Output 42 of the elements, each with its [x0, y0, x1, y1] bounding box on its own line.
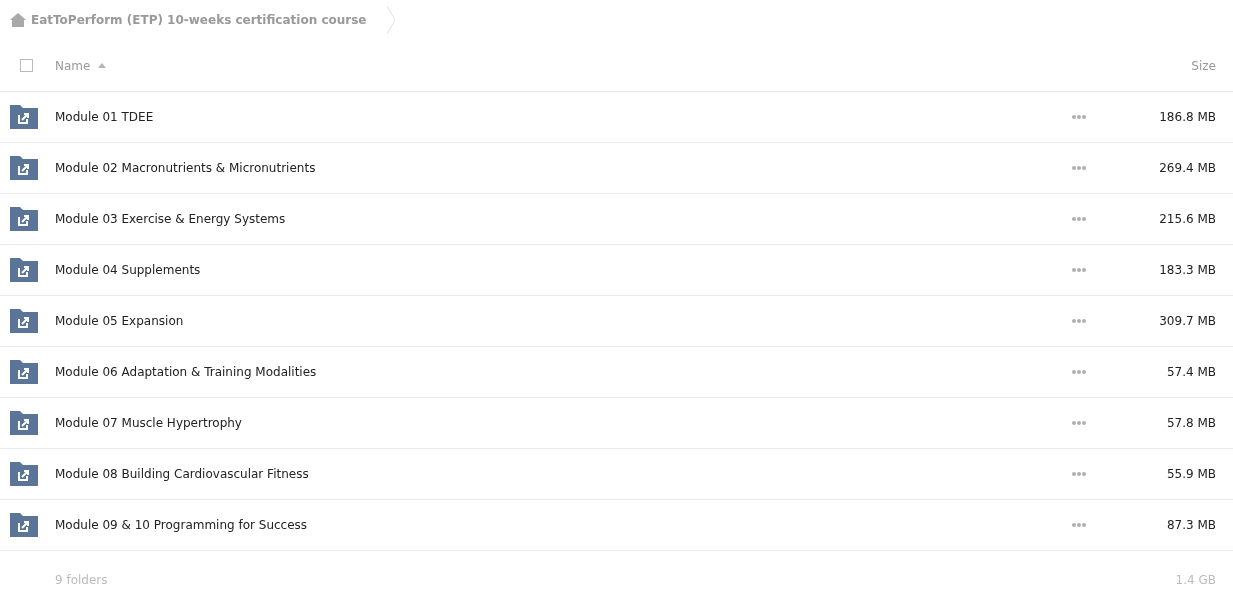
- folder-size: 57.4 MB: [1165, 365, 1216, 379]
- chevron-icon: [385, 5, 396, 35]
- folder-size: 55.9 MB: [1165, 467, 1216, 481]
- folder-name[interactable]: Module 04 Supplements: [55, 263, 201, 277]
- shared-folder-icon: [10, 258, 38, 282]
- more-options-icon[interactable]: [1072, 268, 1086, 272]
- folder-name[interactable]: Module 03 Exercise & Energy Systems: [55, 212, 286, 226]
- folder-size: 269.4 MB: [1158, 161, 1216, 175]
- more-options-icon[interactable]: [1072, 421, 1086, 425]
- folder-size: 186.8 MB: [1158, 110, 1216, 124]
- folder-name[interactable]: Module 02 Macronutrients & Micronutrients: [55, 161, 316, 175]
- folder-name[interactable]: Module 08 Building Cardiovascular Fitness: [55, 467, 309, 481]
- more-options-icon[interactable]: [1072, 370, 1086, 374]
- shared-folder-icon: [10, 513, 38, 537]
- folder-size: 183.3 MB: [1158, 263, 1216, 277]
- folder-name[interactable]: Module 09 & 10 Programming for Success: [55, 518, 308, 532]
- shared-folder-icon: [10, 462, 38, 486]
- more-options-icon[interactable]: [1072, 166, 1086, 170]
- shared-folder-icon: [10, 360, 38, 384]
- folder-name[interactable]: Module 01 TDEE: [55, 110, 154, 124]
- folder-name[interactable]: Module 07 Muscle Hypertrophy: [55, 416, 242, 430]
- more-options-icon[interactable]: [1072, 319, 1086, 323]
- shared-folder-icon: [10, 207, 38, 231]
- more-options-icon[interactable]: [1072, 523, 1086, 527]
- more-options-icon[interactable]: [1072, 472, 1086, 476]
- folder-name[interactable]: Module 06 Adaptation & Training Modalities: [55, 365, 317, 379]
- folder-size: 57.8 MB: [1165, 416, 1216, 430]
- folder-count: 9 folders: [55, 573, 108, 587]
- home-icon[interactable]: [10, 13, 26, 27]
- sort-ascending-icon[interactable]: [98, 63, 107, 68]
- total-size: 1.4 GB: [1175, 573, 1216, 587]
- folder-size: 215.6 MB: [1158, 212, 1216, 226]
- shared-folder-icon: [10, 105, 38, 129]
- shared-folder-icon: [10, 156, 38, 180]
- more-options-icon[interactable]: [1072, 115, 1086, 119]
- folder-name[interactable]: Module 05 Expansion: [55, 314, 184, 328]
- select-all-checkbox[interactable]: [20, 59, 33, 72]
- shared-folder-icon: [10, 411, 38, 435]
- folder-size: 309.7 MB: [1158, 314, 1216, 328]
- folder-size: 87.3 MB: [1165, 518, 1216, 532]
- shared-folder-icon: [10, 309, 38, 333]
- more-options-icon[interactable]: [1072, 217, 1086, 221]
